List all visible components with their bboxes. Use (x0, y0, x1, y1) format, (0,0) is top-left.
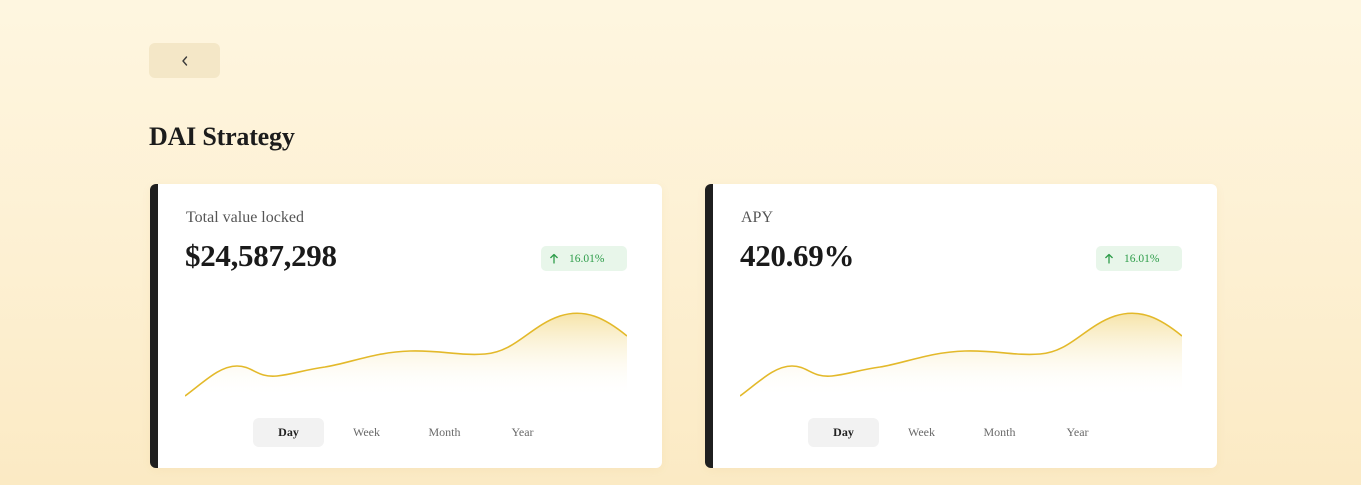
range-tab-year[interactable]: Year (1042, 418, 1113, 447)
change-badge: 16.01% (1096, 246, 1182, 271)
card-value: $24,587,298 (185, 238, 337, 273)
range-tab-week[interactable]: Week (331, 418, 402, 447)
range-tab-month[interactable]: Month (409, 418, 480, 447)
range-tabs: Day Week Month Year (253, 418, 565, 447)
card-value: 420.69% (740, 238, 855, 273)
range-tab-month[interactable]: Month (964, 418, 1035, 447)
change-value: 16.01% (569, 252, 605, 265)
arrow-up-icon (549, 253, 559, 264)
chevron-left-icon (180, 55, 190, 67)
change-badge: 16.01% (541, 246, 627, 271)
tvl-card: Total value locked $24,587,298 16.01% Da… (150, 184, 662, 468)
arrow-up-icon (1104, 253, 1114, 264)
card-label: Total value locked (186, 209, 304, 226)
trend-area (185, 313, 627, 398)
range-tabs: Day Week Month Year (808, 418, 1120, 447)
range-tab-day[interactable]: Day (253, 418, 324, 447)
range-tab-week[interactable]: Week (886, 418, 957, 447)
page-title: DAI Strategy (149, 122, 295, 151)
trend-chart (185, 312, 627, 398)
stats-cards: Total value locked $24,587,298 16.01% Da… (150, 184, 1217, 468)
card-label: APY (741, 209, 774, 226)
trend-area (740, 313, 1182, 398)
range-tab-day[interactable]: Day (808, 418, 879, 447)
trend-chart (740, 312, 1182, 398)
back-button[interactable] (149, 43, 220, 78)
range-tab-year[interactable]: Year (487, 418, 558, 447)
apy-card: APY 420.69% 16.01% Day Week Month Year (705, 184, 1217, 468)
change-value: 16.01% (1124, 252, 1160, 265)
